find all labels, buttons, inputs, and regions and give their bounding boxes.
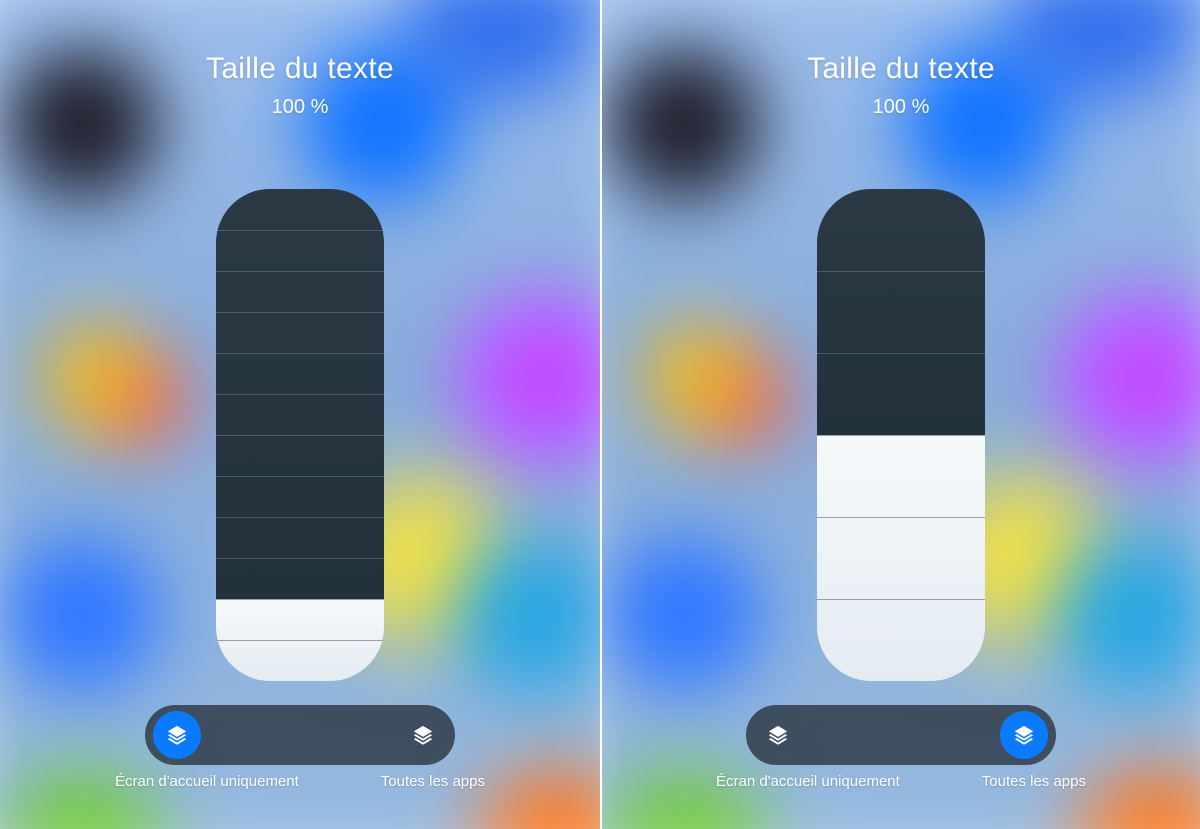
text-size-panel: Taille du texte 100 % bbox=[0, 0, 600, 829]
scope-all-apps-button[interactable] bbox=[399, 711, 447, 759]
panel-content: Taille du texte 100 % bbox=[0, 0, 600, 829]
scope-home-button[interactable] bbox=[153, 711, 201, 759]
panel-content: Taille du texte 100 % bbox=[602, 0, 1200, 829]
scope-toggle bbox=[746, 705, 1056, 765]
scope-all-apps-button[interactable] bbox=[1000, 711, 1048, 759]
text-size-percent: 100 % bbox=[873, 96, 930, 119]
panel-title: Taille du texte bbox=[206, 52, 394, 86]
layers-icon bbox=[767, 724, 789, 746]
scope-all-apps-label: Toutes les apps bbox=[381, 773, 485, 790]
scope-home-label: Écran d'accueil uniquement bbox=[716, 773, 900, 790]
layers-icon bbox=[166, 724, 188, 746]
text-size-slider[interactable] bbox=[817, 189, 985, 681]
scope-all-apps-label: Toutes les apps bbox=[982, 773, 1086, 790]
text-size-percent: 100 % bbox=[272, 96, 329, 119]
scope-labels: Écran d'accueil uniquement Toutes les ap… bbox=[716, 773, 1086, 790]
scope-home-button[interactable] bbox=[754, 711, 802, 759]
scope-labels: Écran d'accueil uniquement Toutes les ap… bbox=[115, 773, 485, 790]
layers-icon bbox=[412, 724, 434, 746]
scope-home-label: Écran d'accueil uniquement bbox=[115, 773, 299, 790]
layers-icon bbox=[1013, 724, 1035, 746]
text-size-slider[interactable] bbox=[216, 189, 384, 681]
text-size-panel: Taille du texte 100 % bbox=[600, 0, 1200, 829]
scope-toggle bbox=[145, 705, 455, 765]
panel-title: Taille du texte bbox=[807, 52, 995, 86]
